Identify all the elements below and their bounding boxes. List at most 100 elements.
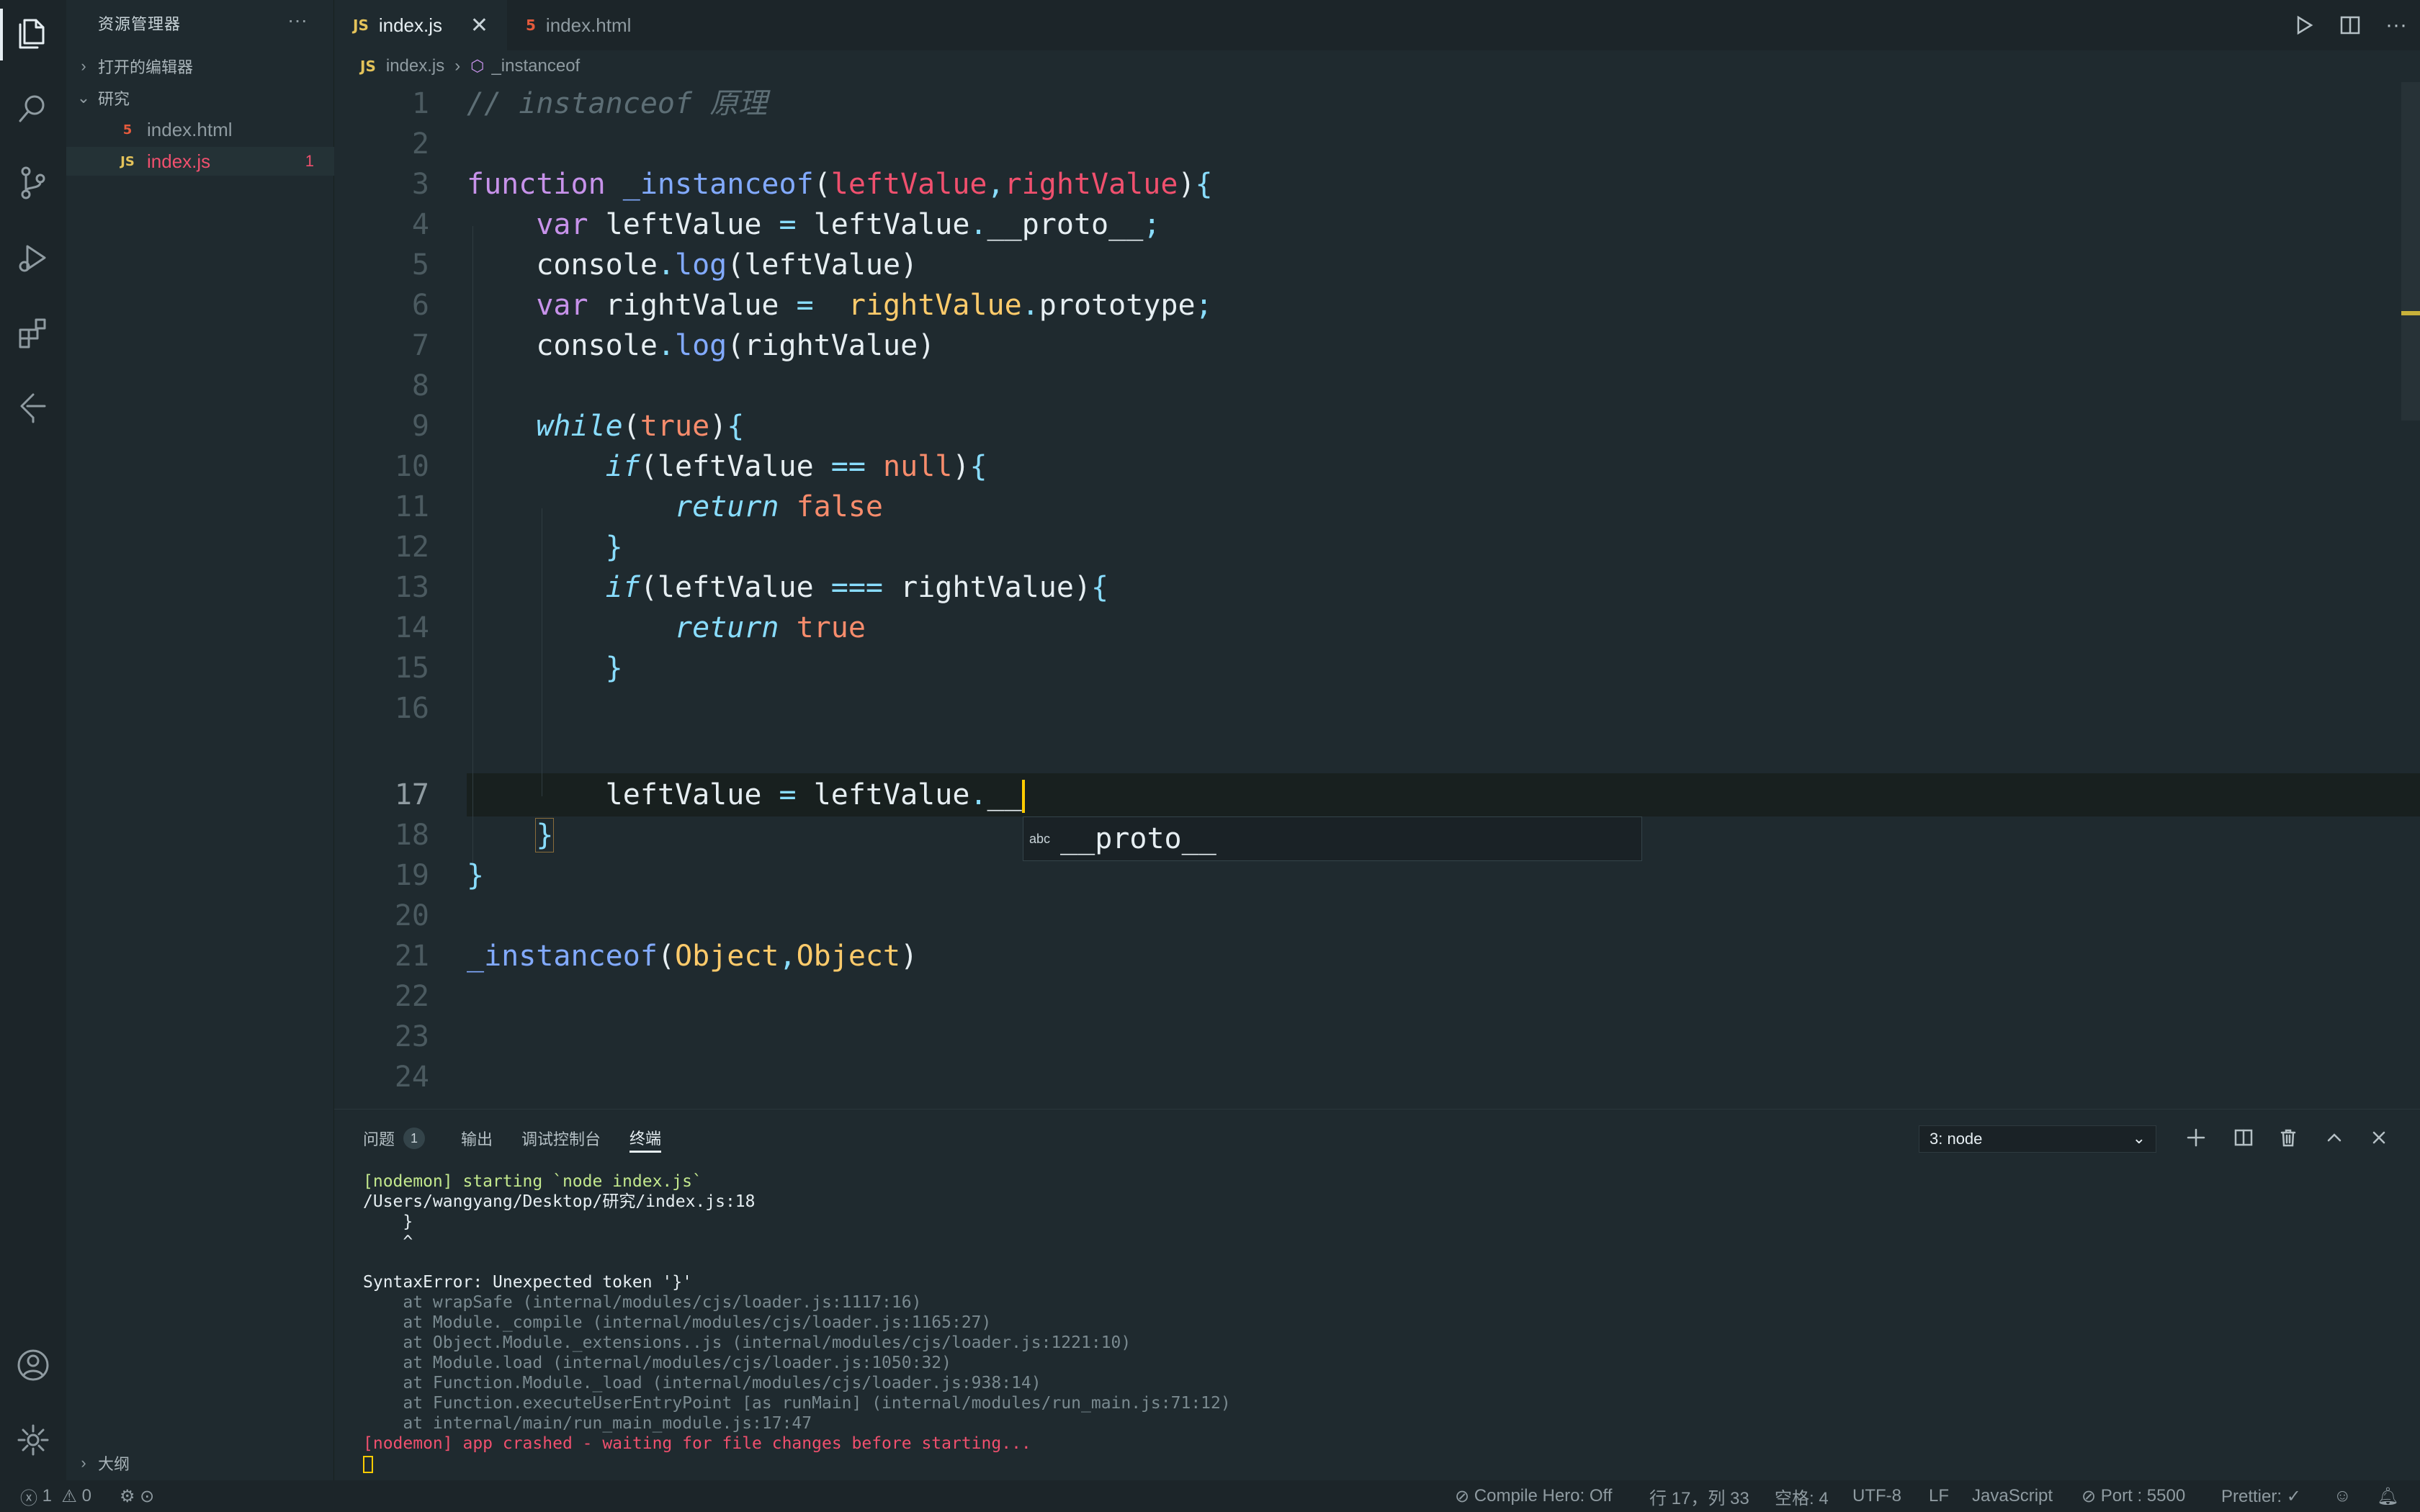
indentation-status[interactable]: 空格: 4 (1775, 1480, 1829, 1512)
html-file-icon: 5 (122, 122, 133, 138)
terminal-selector[interactable]: 3: node ⌄ (1919, 1125, 2156, 1153)
run-debug-icon[interactable] (13, 238, 53, 278)
tab-debug-console[interactable]: 调试控制台 (521, 1124, 601, 1153)
code-line: 7 console.log(rightValue) (411, 329, 936, 362)
file-item-index-js[interactable]: JS index.js 1 (66, 147, 334, 176)
code-line: 9 while(true){ (411, 410, 745, 443)
terminal-line: } (363, 1212, 413, 1231)
code-line: 4 var leftValue = leftValue.__proto__; (411, 208, 1161, 241)
trash-icon[interactable] (2273, 1122, 2303, 1153)
code-line: 5 console.log(leftValue) (411, 248, 918, 282)
terminal-line: at Module.load (internal/modules/cjs/loa… (363, 1354, 951, 1372)
extensions-icon[interactable] (13, 312, 53, 353)
close-icon[interactable]: ✕ (470, 13, 488, 38)
terminal-line: SyntaxError: Unexpected token '}' (363, 1273, 692, 1292)
code-line: 15 } (394, 652, 623, 685)
js-file-icon: JS (353, 17, 369, 34)
eol-status[interactable]: LF (1929, 1480, 1949, 1512)
account-icon[interactable] (13, 1345, 53, 1385)
more-actions-icon[interactable]: ··· (287, 9, 308, 32)
code-line: 22 (394, 980, 429, 1013)
code-line: 13 if(leftValue === rightValue){ (394, 571, 1109, 604)
file-name: index.js (147, 150, 211, 172)
terminal-line: at Function.Module._load (internal/modul… (363, 1374, 1041, 1392)
problems-count-badge: 1 (403, 1128, 426, 1149)
code-line: 16 (394, 692, 429, 725)
explorer-sidebar: 资源管理器 ··· › 打开的编辑器 ⌄ 研究 5 index.html JS … (66, 0, 334, 1480)
chevron-down-icon: ⌄ (2132, 1129, 2146, 1147)
file-name: index.html (147, 118, 233, 140)
terminal-line: at Module._compile (internal/modules/cjs… (363, 1313, 992, 1332)
split-terminal-icon[interactable] (2228, 1122, 2259, 1153)
notifications-bell-icon[interactable]: 🔔︎ (2377, 1480, 2398, 1512)
code-line: 12 } (394, 531, 623, 564)
code-line: 8 (411, 369, 429, 402)
warning-icon: ⚠ (61, 1486, 77, 1506)
explorer-icon[interactable] (13, 13, 53, 53)
language-mode[interactable]: JavaScript (1972, 1480, 2053, 1512)
more-actions-icon[interactable]: ··· (2381, 10, 2411, 40)
breadcrumb-symbol[interactable]: _instanceof (491, 56, 580, 76)
code-line: 14 return true (394, 611, 866, 644)
editor-tab-bar: JS index.js ✕ 5 index.html ··· (334, 0, 2420, 50)
breadcrumb-file[interactable]: index.js (386, 56, 444, 76)
js-file-icon: JS (360, 58, 376, 75)
terminal-line: at Object.Module._extensions..js (intern… (363, 1333, 1131, 1352)
run-icon[interactable] (2289, 10, 2319, 40)
text-cursor (1021, 780, 1025, 813)
terminal-output[interactable]: [nodemon] starting `node index.js` /User… (363, 1171, 1231, 1474)
terminal-line: [nodemon] app crashed - waiting for file… (363, 1434, 1031, 1453)
debug-status-icon[interactable]: ⚙ ⊙ (120, 1480, 154, 1512)
outline-section[interactable]: › 大纲 (66, 1449, 334, 1477)
new-terminal-icon[interactable] (2181, 1122, 2211, 1153)
code-line: 24 (394, 1061, 429, 1094)
search-icon[interactable] (13, 88, 53, 128)
suggestion-item[interactable]: __proto__ (1060, 822, 1216, 855)
tab-terminal[interactable]: 终端 (629, 1124, 662, 1153)
remote-explorer-icon[interactable] (13, 387, 53, 428)
source-control-icon[interactable] (13, 163, 53, 203)
settings-gear-icon[interactable] (13, 1420, 53, 1460)
sidebar-title: 资源管理器 (98, 15, 182, 33)
suggestion-widget[interactable]: abc __proto__ (1023, 816, 1642, 861)
tab-index-js[interactable]: JS index.js ✕ (334, 0, 507, 50)
maximize-panel-icon[interactable] (2319, 1122, 2349, 1153)
terminal-line: at internal/main/run_main_module.js:17:4… (363, 1414, 812, 1433)
terminal-line: ^ (363, 1233, 413, 1251)
tab-problems[interactable]: 问题 1 (363, 1124, 426, 1153)
terminal-line: at Function.executeUserEntryPoint [as ru… (363, 1394, 1231, 1413)
folder-row[interactable]: ⌄ 研究 (66, 84, 334, 112)
file-item-index-html[interactable]: 5 index.html (66, 115, 334, 144)
terminal-line: /Users/wangyang/Desktop/研究/index.js:18 (363, 1192, 756, 1211)
active-indicator (0, 9, 3, 60)
broadcast-off-icon: ⊘ (1455, 1486, 1474, 1506)
breadcrumb: JS index.js › ⬡ _instanceof (334, 50, 2420, 82)
terminal-line: at wrapSafe (internal/modules/cjs/loader… (363, 1293, 922, 1312)
tab-index-html[interactable]: 5 index.html (507, 0, 680, 50)
encoding-status[interactable]: UTF-8 (1852, 1480, 1901, 1512)
tab-output[interactable]: 输出 (461, 1124, 493, 1153)
prettier-status[interactable]: Prettier: ✓ (2221, 1480, 2301, 1512)
tab-label: index.html (545, 14, 632, 36)
code-line: 1// instanceof 原理 (411, 87, 768, 120)
feedback-icon[interactable]: ☺ (2334, 1480, 2352, 1512)
code-editor[interactable]: 1// instanceof 原理 2 3 function _instanceo… (334, 82, 2420, 1109)
code-line: 3 function _instanceof(leftValue,rightVal… (411, 168, 1213, 201)
code-line: 21 _instanceof(Object,Object) (394, 940, 918, 973)
close-panel-icon[interactable] (2364, 1122, 2394, 1153)
chevron-right-icon: › (81, 57, 86, 75)
terminal-cursor (363, 1455, 373, 1473)
compile-hero-status[interactable]: ⊘ Compile Hero: Off (1455, 1480, 1612, 1512)
split-editor-icon[interactable] (2335, 10, 2365, 40)
open-editors-label: 打开的编辑器 (98, 58, 194, 76)
cursor-position[interactable]: 行 17，列 33 (1649, 1480, 1749, 1512)
open-editors-section[interactable]: › 打开的编辑器 (66, 52, 334, 81)
no-entry-icon: ⊘ (2081, 1486, 2101, 1506)
editor-scrollbar[interactable] (2401, 82, 2420, 420)
live-server-status[interactable]: ⊘ Port : 5500 (2081, 1480, 2185, 1512)
code-line: 20 (394, 899, 429, 932)
chevron-down-icon: ⌄ (76, 89, 91, 107)
problems-status[interactable]: ⓧ 1 ⚠ 0 (20, 1480, 91, 1512)
code-line: 11 return false (394, 490, 883, 523)
text-kind-icon: abc (1029, 831, 1051, 846)
